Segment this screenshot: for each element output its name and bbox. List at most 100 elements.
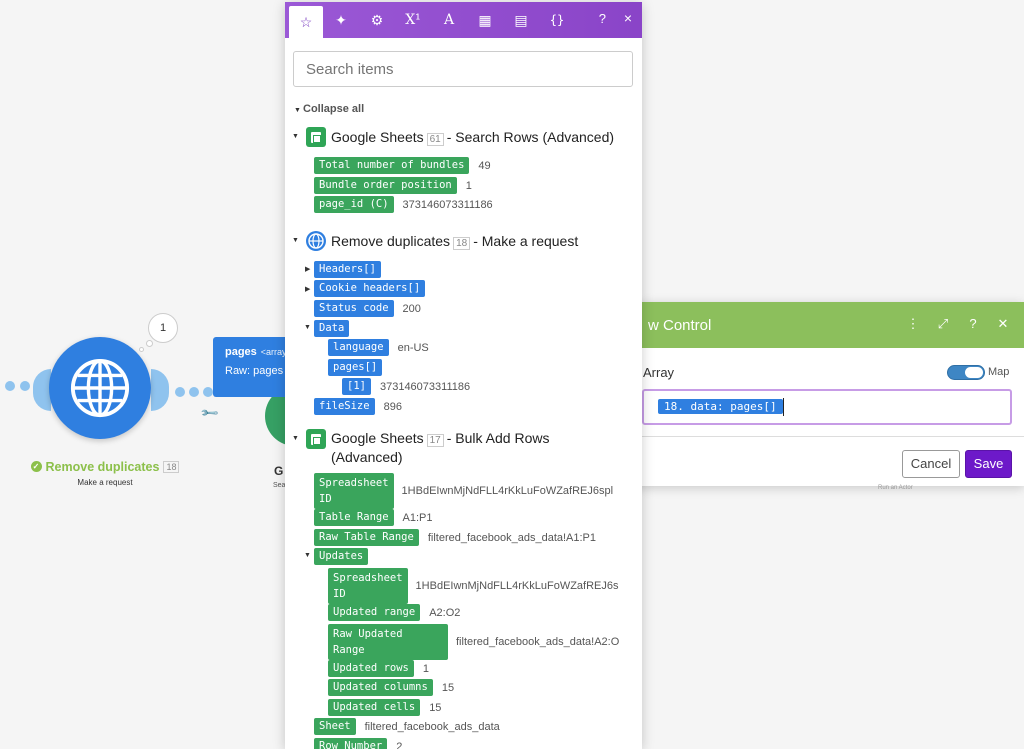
group-google-sheets-61[interactable]: ▼ Google Sheets 61- Search Rows (Advanced… bbox=[292, 127, 614, 147]
text-caret bbox=[783, 398, 784, 416]
item-value: filtered_facebook_ads_data bbox=[364, 720, 500, 733]
group-name: Google Sheets bbox=[331, 430, 424, 446]
item-value: A2:O2 bbox=[429, 606, 461, 619]
gear-icon: ⚙ bbox=[370, 11, 384, 28]
save-button[interactable]: Save bbox=[965, 450, 1012, 478]
calendar-icon: ▦ bbox=[478, 11, 492, 28]
tab-text[interactable]: A bbox=[431, 2, 467, 38]
list-item[interactable]: Updated rows 1 bbox=[328, 660, 429, 677]
item-value: 373146073311186 bbox=[379, 380, 471, 393]
list-item[interactable]: Table Range A1:P1 bbox=[314, 509, 433, 526]
globe-icon bbox=[306, 231, 326, 251]
list-item[interactable]: Cookie headers[] bbox=[314, 280, 426, 297]
item-value: 896 bbox=[383, 400, 402, 413]
caret-down-icon[interactable]: ▼ bbox=[304, 324, 311, 331]
list-item[interactable]: Updates bbox=[314, 548, 369, 565]
item-pill: Updates bbox=[314, 548, 369, 565]
mapped-value-pill[interactable]: 18. data: pages[] bbox=[658, 399, 783, 414]
list-item[interactable]: [1] 373146073311186 bbox=[342, 378, 470, 395]
search-input[interactable] bbox=[293, 51, 633, 87]
list-item[interactable]: Raw Table Range filtered_facebook_ads_dat… bbox=[314, 529, 596, 546]
help-icon[interactable]: ? bbox=[966, 316, 980, 332]
list-item[interactable]: Raw Updated Range filtered_facebook_ads_d… bbox=[328, 624, 630, 660]
list-item[interactable]: Data bbox=[314, 320, 350, 337]
list-item[interactable]: Total number of bundles 49 bbox=[314, 157, 491, 174]
expand-icon[interactable]: ⤢ bbox=[936, 316, 950, 332]
list-item[interactable]: Row Number 2 bbox=[314, 738, 402, 749]
list-item[interactable]: language en-US bbox=[328, 339, 429, 356]
group-number: 17 bbox=[426, 434, 444, 447]
module-subtitle: Make a request bbox=[77, 478, 133, 487]
item-value: filtered_facebook_ads_data!A2:O bbox=[456, 636, 620, 648]
group-name: Google Sheets bbox=[331, 129, 424, 145]
list-item[interactable]: Spreadsheet ID 1HBdEIwnMjNdFLL4rKkLuFoWZa… bbox=[328, 568, 624, 604]
module-name: Remove duplicates bbox=[45, 459, 160, 474]
star-icon: ☆ bbox=[299, 13, 313, 30]
list-item[interactable]: Status code 200 bbox=[314, 300, 421, 317]
globe-icon bbox=[70, 358, 130, 418]
tab-settings[interactable]: ⚙ bbox=[359, 2, 395, 38]
group-number: 61 bbox=[426, 133, 444, 146]
list-item[interactable]: Updated cells 15 bbox=[328, 699, 441, 716]
list-item[interactable]: Spreadsheet ID 1HBdEIwnMjNdFLL4rKkLuFoWZa… bbox=[314, 473, 624, 509]
list-item[interactable]: Updated range A2:O2 bbox=[328, 604, 460, 621]
item-pill: Data bbox=[314, 320, 350, 337]
caret-down-icon: ▼ bbox=[292, 133, 299, 140]
cancel-button[interactable]: Cancel bbox=[902, 450, 960, 478]
list-item[interactable]: Updated columns 15 bbox=[328, 679, 454, 696]
item-pill: Updated cells bbox=[328, 699, 421, 716]
collapse-all-label: Collapse all bbox=[303, 103, 365, 115]
list-item[interactable]: page_id (C) 373146073311186 bbox=[314, 196, 493, 213]
item-value: 1 bbox=[465, 179, 472, 192]
group-action-cont: (Advanced) bbox=[331, 449, 403, 465]
help-icon[interactable]: ? bbox=[599, 11, 606, 26]
item-pill: [1] bbox=[342, 378, 371, 395]
module-number: 18 bbox=[163, 460, 180, 473]
tab-general[interactable]: {} bbox=[539, 2, 575, 38]
flow-control-dialog: w Control ⋮ ⤢ ? ✕ Array Map 18. data: pa… bbox=[628, 302, 1024, 486]
collapse-all-toggle[interactable]: ▼ Collapse all bbox=[294, 103, 364, 115]
item-pill: Updated columns bbox=[328, 679, 433, 696]
group-google-sheets-17[interactable]: ▼ Google Sheets 17- Bulk Add Rows (Advance… bbox=[292, 429, 549, 466]
tooltip-name: pages bbox=[225, 346, 257, 358]
item-pill: Raw Table Range bbox=[314, 529, 419, 546]
group-name: Remove duplicates bbox=[331, 233, 451, 249]
item-pill: Updated rows bbox=[328, 660, 414, 677]
item-pill: Total number of bundles bbox=[314, 157, 470, 174]
item-value: 49 bbox=[478, 159, 491, 172]
caret-down-icon: ▼ bbox=[292, 237, 299, 244]
close-icon[interactable]: ✕ bbox=[996, 316, 1010, 332]
tab-functions[interactable]: ✦ bbox=[323, 2, 359, 38]
list-item[interactable]: Sheet filtered_facebook_ads_data bbox=[314, 718, 500, 735]
caret-right-icon[interactable]: ▶ bbox=[305, 285, 310, 293]
item-pill: Bundle order position bbox=[314, 177, 457, 194]
close-icon[interactable]: × bbox=[624, 10, 632, 26]
tab-array[interactable]: ▤ bbox=[503, 2, 539, 38]
list-item[interactable]: fileSize 896 bbox=[314, 398, 402, 415]
map-toggle[interactable] bbox=[947, 365, 985, 380]
item-value: 15 bbox=[441, 681, 455, 694]
list-item[interactable]: pages[] bbox=[328, 359, 383, 376]
item-pill: Sheet bbox=[314, 718, 356, 735]
caret-right-icon[interactable]: ▶ bbox=[305, 265, 310, 273]
item-value: 15 bbox=[429, 701, 442, 714]
check-icon: ✓ bbox=[30, 461, 42, 472]
table-icon: ▤ bbox=[514, 11, 528, 28]
caret-down-icon[interactable]: ▼ bbox=[304, 552, 311, 559]
tab-star[interactable]: ☆ bbox=[289, 6, 323, 38]
operations-bubble[interactable]: 1 bbox=[148, 313, 178, 343]
more-icon[interactable]: ⋮ bbox=[906, 316, 920, 332]
item-pill: Spreadsheet ID bbox=[314, 473, 394, 509]
remove-duplicates-module[interactable] bbox=[49, 337, 151, 439]
array-input[interactable]: 18. data: pages[] bbox=[642, 389, 1012, 425]
item-value: 2 bbox=[396, 740, 403, 749]
group-remove-duplicates-18[interactable]: ▼ Remove duplicates 18- Make a request bbox=[292, 231, 578, 251]
item-pill: Raw Updated Range bbox=[328, 624, 448, 660]
tab-date[interactable]: ▦ bbox=[467, 2, 503, 38]
connector-right[interactable] bbox=[172, 387, 213, 397]
caret-down-icon: ▼ bbox=[294, 107, 301, 114]
list-item[interactable]: Headers[] bbox=[314, 261, 381, 278]
superscript-icon: X¹ bbox=[405, 12, 421, 28]
tab-math[interactable]: X¹ bbox=[395, 2, 431, 38]
list-item[interactable]: Bundle order position 1 bbox=[314, 177, 472, 194]
